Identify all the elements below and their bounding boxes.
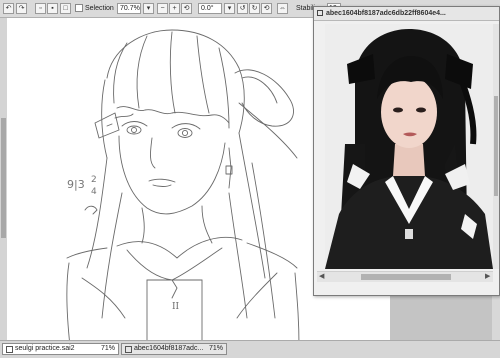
- tab-label: abec1604bf8187adc...: [134, 345, 204, 352]
- zoom-value: 70.7%: [120, 5, 140, 12]
- rotation-field[interactable]: 0.0°: [198, 3, 222, 14]
- zoom-field[interactable]: 70.7%: [117, 3, 141, 14]
- rotate-left-icon: ↺: [239, 5, 246, 12]
- invert-selection-button[interactable]: ▪: [47, 3, 58, 14]
- undo-icon: ↶: [5, 5, 12, 12]
- document-icon: [125, 346, 132, 353]
- reference-image-window[interactable]: abec1604bf8187adc6db22ff8604e4... ◀ ▶: [313, 6, 500, 296]
- zoom-dropdown-button[interactable]: ▾: [143, 3, 154, 14]
- window-icon: [317, 10, 323, 16]
- tab-zoom: 71%: [208, 345, 223, 352]
- invert-selection-icon: ▪: [51, 5, 54, 12]
- undo-button[interactable]: ↶: [3, 3, 14, 14]
- zoom-in-button[interactable]: +: [169, 3, 180, 14]
- selection-label: Selection: [85, 5, 114, 12]
- reference-photo[interactable]: [325, 24, 493, 269]
- window-title: abec1604bf8187adc6db22ff8604e4...: [326, 10, 446, 17]
- select-all-icon: □: [63, 5, 68, 12]
- scroll-thumb[interactable]: [1, 118, 6, 238]
- image-vertical-scrollbar[interactable]: [493, 24, 499, 269]
- tab-document-1[interactable]: seulgi practice.sai2 71%: [2, 343, 119, 355]
- minus-icon: −: [160, 5, 165, 12]
- left-scrollbar[interactable]: [0, 18, 7, 340]
- rotation-value: 0.0°: [201, 5, 214, 12]
- scroll-left-icon[interactable]: ◀: [319, 273, 324, 281]
- zoom-reset-button[interactable]: ⟲: [181, 3, 192, 14]
- document-icon: [6, 346, 13, 353]
- deselect-icon: ▫: [39, 5, 42, 12]
- flip-icon: ⇔: [279, 5, 286, 12]
- select-all-button[interactable]: □: [60, 3, 71, 14]
- redo-icon: ↷: [18, 5, 25, 12]
- sketch-date-1: 9|3: [67, 178, 85, 191]
- reset-icon: ⟲: [183, 5, 190, 12]
- flip-horizontal-button[interactable]: ⇔: [277, 3, 288, 14]
- image-horizontal-scrollbar[interactable]: ◀ ▶: [317, 271, 493, 282]
- rotate-right-button[interactable]: ↻: [249, 3, 260, 14]
- tab-label: seulgi practice.sai2: [15, 345, 75, 352]
- sketch-date-3: 4: [91, 187, 97, 197]
- plus-icon: +: [172, 5, 177, 12]
- deselect-button[interactable]: ▫: [35, 3, 46, 14]
- scroll-thumb[interactable]: [361, 274, 451, 280]
- chevron-down-icon: ▾: [227, 5, 232, 12]
- rotate-right-icon: ↻: [251, 5, 258, 12]
- tab-document-2[interactable]: abec1604bf8187adc... 71%: [121, 343, 227, 355]
- scroll-right-icon[interactable]: ▶: [485, 273, 490, 281]
- tab-zoom: 71%: [100, 345, 115, 352]
- zoom-out-button[interactable]: −: [157, 3, 168, 14]
- selection-checkbox[interactable]: [75, 4, 83, 12]
- rotate-reset-button[interactable]: ⟲: [261, 3, 272, 14]
- reset-icon: ⟲: [263, 5, 270, 12]
- scroll-thumb[interactable]: [494, 96, 498, 196]
- document-tab-bar: seulgi practice.sai2 71% abec1604bf8187a…: [0, 340, 500, 358]
- rotation-dropdown-button[interactable]: ▾: [224, 3, 235, 14]
- rotate-left-button[interactable]: ↺: [237, 3, 248, 14]
- chevron-down-icon: ▾: [146, 5, 151, 12]
- svg-text:II: II: [172, 302, 180, 312]
- window-titlebar[interactable]: abec1604bf8187adc6db22ff8604e4...: [314, 7, 499, 21]
- redo-button[interactable]: ↷: [16, 3, 27, 14]
- sketch-date-2: 2: [91, 175, 97, 185]
